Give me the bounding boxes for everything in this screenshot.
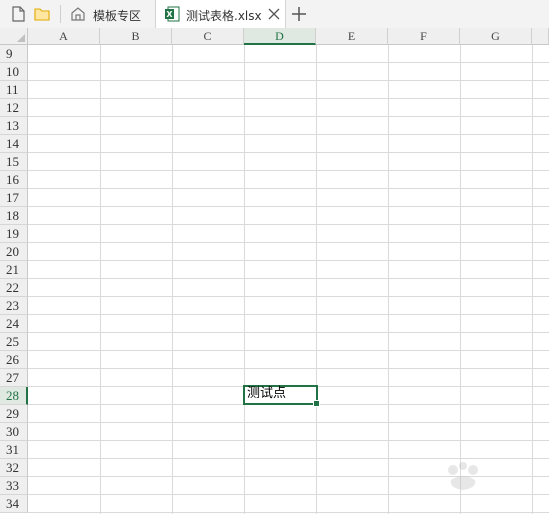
grid-line — [28, 296, 549, 297]
select-all-triangle-icon — [17, 34, 25, 42]
grid-line — [28, 368, 549, 369]
tab-divider — [60, 5, 61, 23]
row-header[interactable]: 21 — [0, 261, 28, 279]
row-header[interactable]: 16 — [0, 171, 28, 189]
column-header[interactable]: C — [172, 28, 244, 45]
row-header[interactable]: 15 — [0, 153, 28, 171]
column-header[interactable]: F — [388, 28, 460, 45]
row-header[interactable]: 29 — [0, 405, 28, 423]
grid-line — [28, 152, 549, 153]
row-header[interactable]: 14 — [0, 135, 28, 153]
row-header[interactable]: 32 — [0, 459, 28, 477]
grid-line — [28, 206, 549, 207]
grid-line — [28, 278, 549, 279]
tab-label: 模板专区 — [93, 9, 142, 23]
grid-line — [28, 422, 549, 423]
cell-value: 测试点 — [247, 386, 287, 401]
grid-line — [28, 80, 549, 81]
column-header[interactable]: B — [100, 28, 172, 45]
svg-text:X: X — [166, 10, 173, 19]
spreadsheet-grid[interactable]: A B C D E F G 9 10 11 12 13 14 15 16 17 … — [0, 28, 549, 514]
tab-label: 测试表格.xlsx — [186, 9, 262, 23]
row-header[interactable]: 24 — [0, 315, 28, 333]
grid-line — [28, 224, 549, 225]
row-header[interactable]: 17 — [0, 189, 28, 207]
row-header[interactable]: 22 — [0, 279, 28, 297]
grid-line — [28, 440, 549, 441]
row-header[interactable]: 33 — [0, 477, 28, 495]
grid-line — [28, 350, 549, 351]
folder-icon[interactable] — [32, 4, 52, 24]
column-header[interactable] — [532, 28, 549, 45]
row-header[interactable]: 30 — [0, 423, 28, 441]
row-header-selected[interactable]: 28 — [0, 387, 28, 405]
excel-file-icon: X — [163, 5, 183, 25]
row-header[interactable]: 13 — [0, 117, 28, 135]
grid-line — [28, 242, 549, 243]
column-header[interactable]: G — [460, 28, 532, 45]
grid-line — [28, 98, 549, 99]
row-header[interactable]: 12 — [0, 99, 28, 117]
grid-line — [28, 116, 549, 117]
row-header[interactable]: 9 — [0, 45, 28, 63]
row-header[interactable]: 31 — [0, 441, 28, 459]
column-header[interactable]: E — [316, 28, 388, 45]
grid-line — [28, 170, 549, 171]
grid-line — [28, 314, 549, 315]
select-all-corner[interactable] — [0, 28, 28, 45]
row-header[interactable]: 20 — [0, 243, 28, 261]
row-header[interactable]: 23 — [0, 297, 28, 315]
active-cell[interactable]: 测试点 — [243, 385, 318, 405]
row-header[interactable]: 11 — [0, 81, 28, 99]
fill-handle[interactable] — [313, 400, 320, 407]
plus-icon[interactable] — [289, 4, 309, 24]
row-header[interactable]: 19 — [0, 225, 28, 243]
tab-templates[interactable]: 模板专区 — [62, 0, 155, 28]
grid-line — [28, 188, 549, 189]
row-header[interactable]: 26 — [0, 351, 28, 369]
watermark-logo-icon — [411, 458, 521, 500]
grid-line — [28, 62, 549, 63]
row-header[interactable]: 10 — [0, 63, 28, 81]
column-header[interactable]: A — [28, 28, 100, 45]
home-icon — [69, 5, 89, 25]
tab-bar: 模板专区 X 测试表格.xlsx — [0, 0, 549, 29]
grid-line — [28, 134, 549, 135]
grid-line — [28, 332, 549, 333]
row-header[interactable]: 27 — [0, 369, 28, 387]
row-header[interactable]: 18 — [0, 207, 28, 225]
grid-line — [28, 260, 549, 261]
tab-test-workbook[interactable]: X 测试表格.xlsx — [155, 0, 286, 29]
column-header-selected[interactable]: D — [244, 28, 316, 45]
close-icon[interactable] — [265, 5, 285, 25]
grid-line — [28, 512, 549, 513]
row-header[interactable]: 34 — [0, 495, 28, 513]
row-header[interactable]: 25 — [0, 333, 28, 351]
new-document-icon[interactable] — [8, 4, 28, 24]
